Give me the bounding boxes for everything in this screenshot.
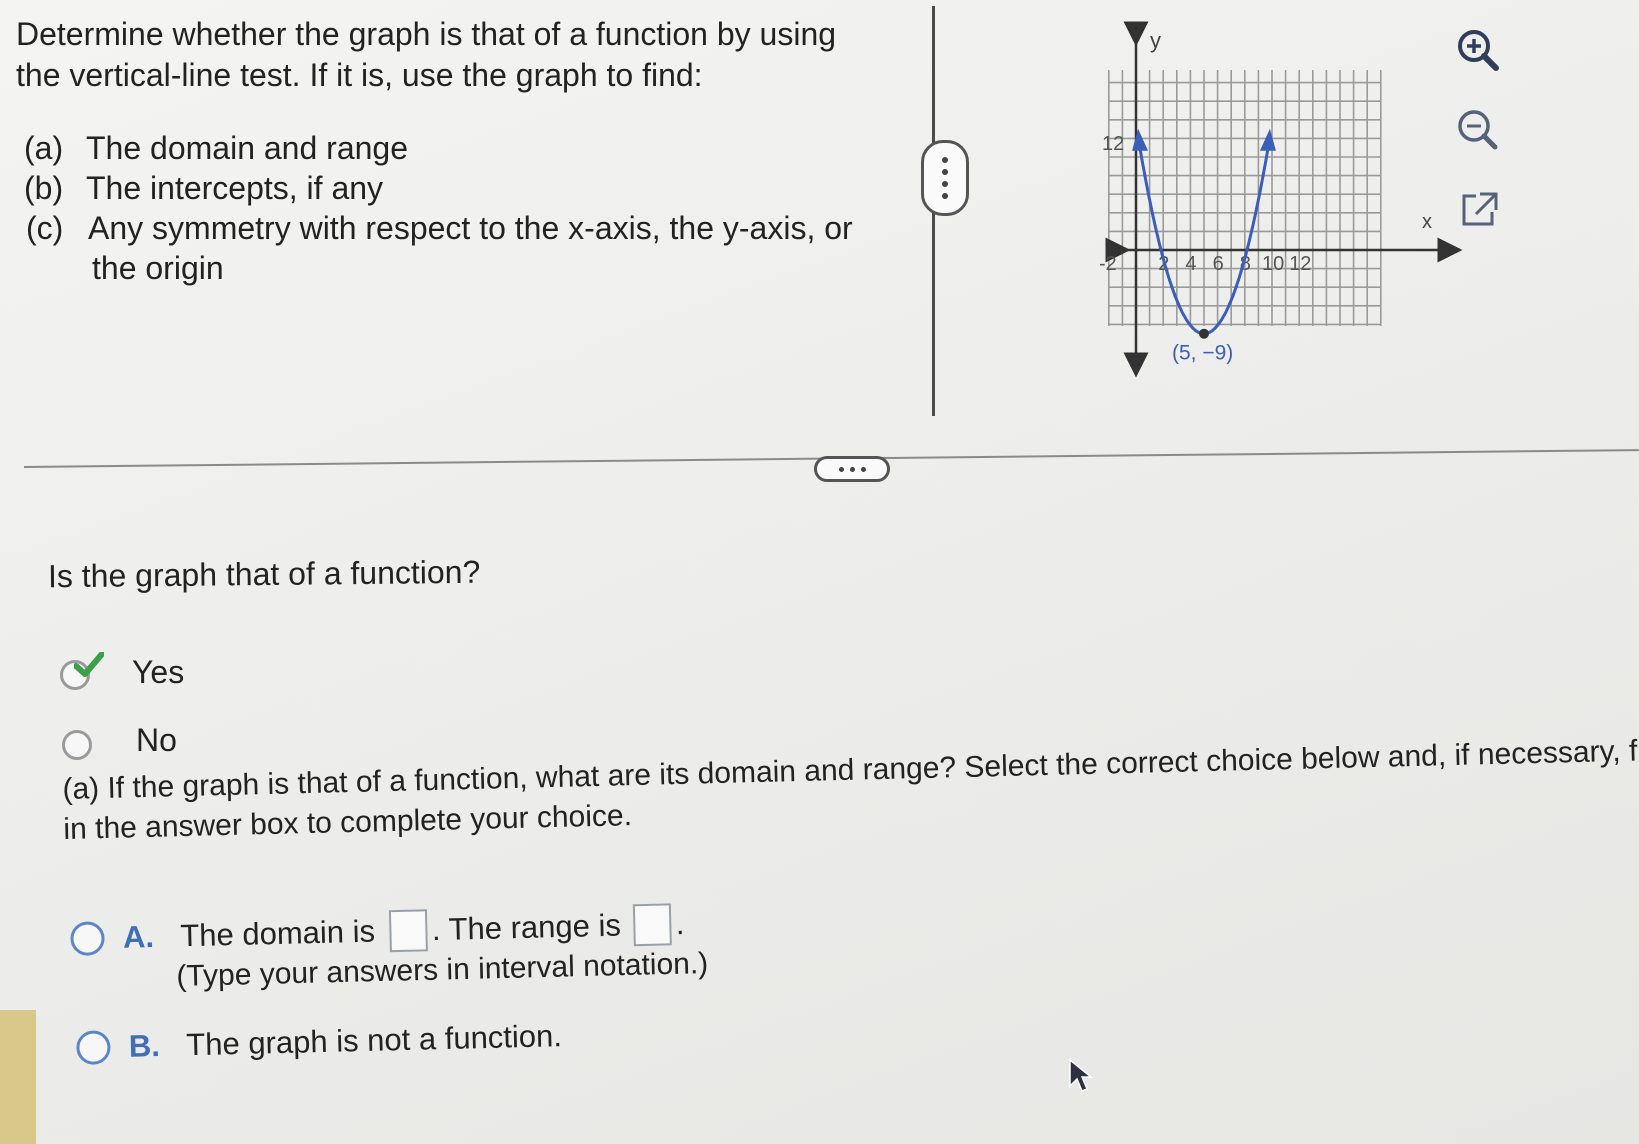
curve-arrow-right [1259, 128, 1276, 151]
vertex-label: (5, −9) [1172, 342, 1233, 365]
external-link-icon[interactable] [1454, 184, 1506, 236]
yes-option[interactable] [60, 652, 104, 690]
question-line-1: Determine whether the graph is that of a… [16, 16, 837, 52]
choice-b[interactable]: B. The graph is not a function. [76, 1018, 562, 1066]
vertex-point [1199, 328, 1209, 339]
curve-arrow-left [1132, 128, 1149, 151]
zoom-in-icon[interactable] [1452, 24, 1504, 76]
choice-b-letter: B. [128, 1027, 161, 1064]
background-edge [0, 1010, 36, 1144]
choice-a-period: . [675, 905, 685, 942]
range-answer-box[interactable] [632, 903, 672, 947]
yes-label[interactable]: Yes [132, 654, 184, 691]
x-tick-label: 6 [1213, 253, 1224, 275]
y-tick-12: 12 [1102, 133, 1124, 155]
choice-b-radio[interactable] [76, 1030, 111, 1065]
part-a-prompt: (a) If the graph is that of a function, … [62, 732, 1639, 850]
choice-a-text-domain: The domain is [179, 913, 376, 954]
horizontal-resize-handle[interactable] [814, 456, 890, 482]
vertical-resize-handle[interactable] [921, 140, 969, 216]
part-c-continuation: the origin [92, 250, 224, 286]
mouse-cursor-icon [1069, 1058, 1094, 1092]
function-question: Is the graph that of a function? [47, 553, 481, 595]
part-c-text: Any symmetry with respect to the x-axis,… [88, 210, 853, 246]
choice-a-radio[interactable] [70, 921, 105, 956]
part-c-item: (c) Any symmetry with respect to the x-ax… [26, 208, 853, 248]
y-axis-label: y [1150, 28, 1161, 53]
zoom-out-icon[interactable] [1452, 104, 1504, 156]
choice-a-letter: A. [122, 918, 155, 955]
x-tick-label: 10 [1262, 253, 1284, 275]
part-b-item: (b) The intercepts, if any [24, 168, 383, 208]
checkmark-icon [74, 652, 104, 677]
part-a-label: (a) [24, 130, 64, 166]
parabola-graph: y x 12 -2 2 4 6 8 10 12 (5, −9) [1100, 21, 1463, 378]
x-tick-label: -2 [1100, 253, 1117, 275]
no-radio[interactable] [62, 730, 92, 760]
question-line-2: the vertical-line test. If it is, use th… [16, 57, 703, 93]
x-tick-label: 12 [1289, 253, 1311, 275]
part-a-text: The domain and range [86, 130, 408, 166]
part-a-item: (a) The domain and range [24, 128, 408, 168]
domain-answer-box[interactable] [388, 909, 428, 953]
x-axis-label: x [1422, 211, 1432, 233]
part-b-label: (b) [24, 170, 64, 206]
no-label[interactable]: No [136, 722, 177, 759]
choice-a-text-range: . The range is [431, 907, 622, 948]
x-tick-label: 4 [1185, 253, 1196, 275]
x-tick-labels: -2 2 4 6 8 10 12 [1100, 253, 1311, 275]
choice-b-text: The graph is not a function. [185, 1018, 563, 1063]
part-b-text: The intercepts, if any [86, 170, 384, 206]
part-c-label: (c) [26, 210, 64, 246]
